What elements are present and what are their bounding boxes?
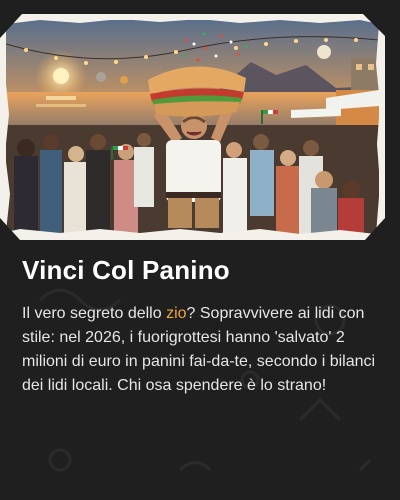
highlight-word: zio: [166, 305, 187, 322]
torn-paper-edge: [0, 14, 385, 240]
article-body: Il vero segreto dello zio? Sopravvivere …: [22, 302, 378, 398]
article-content: Vinci Col Panino Il vero segreto dello z…: [22, 252, 378, 398]
body-text-start: Il vero segreto dello: [22, 305, 167, 322]
article-title: Vinci Col Panino: [22, 255, 230, 285]
article-card: Vinci Col Panino Il vero segreto dello z…: [0, 0, 400, 500]
photo-frame: [0, 14, 385, 240]
